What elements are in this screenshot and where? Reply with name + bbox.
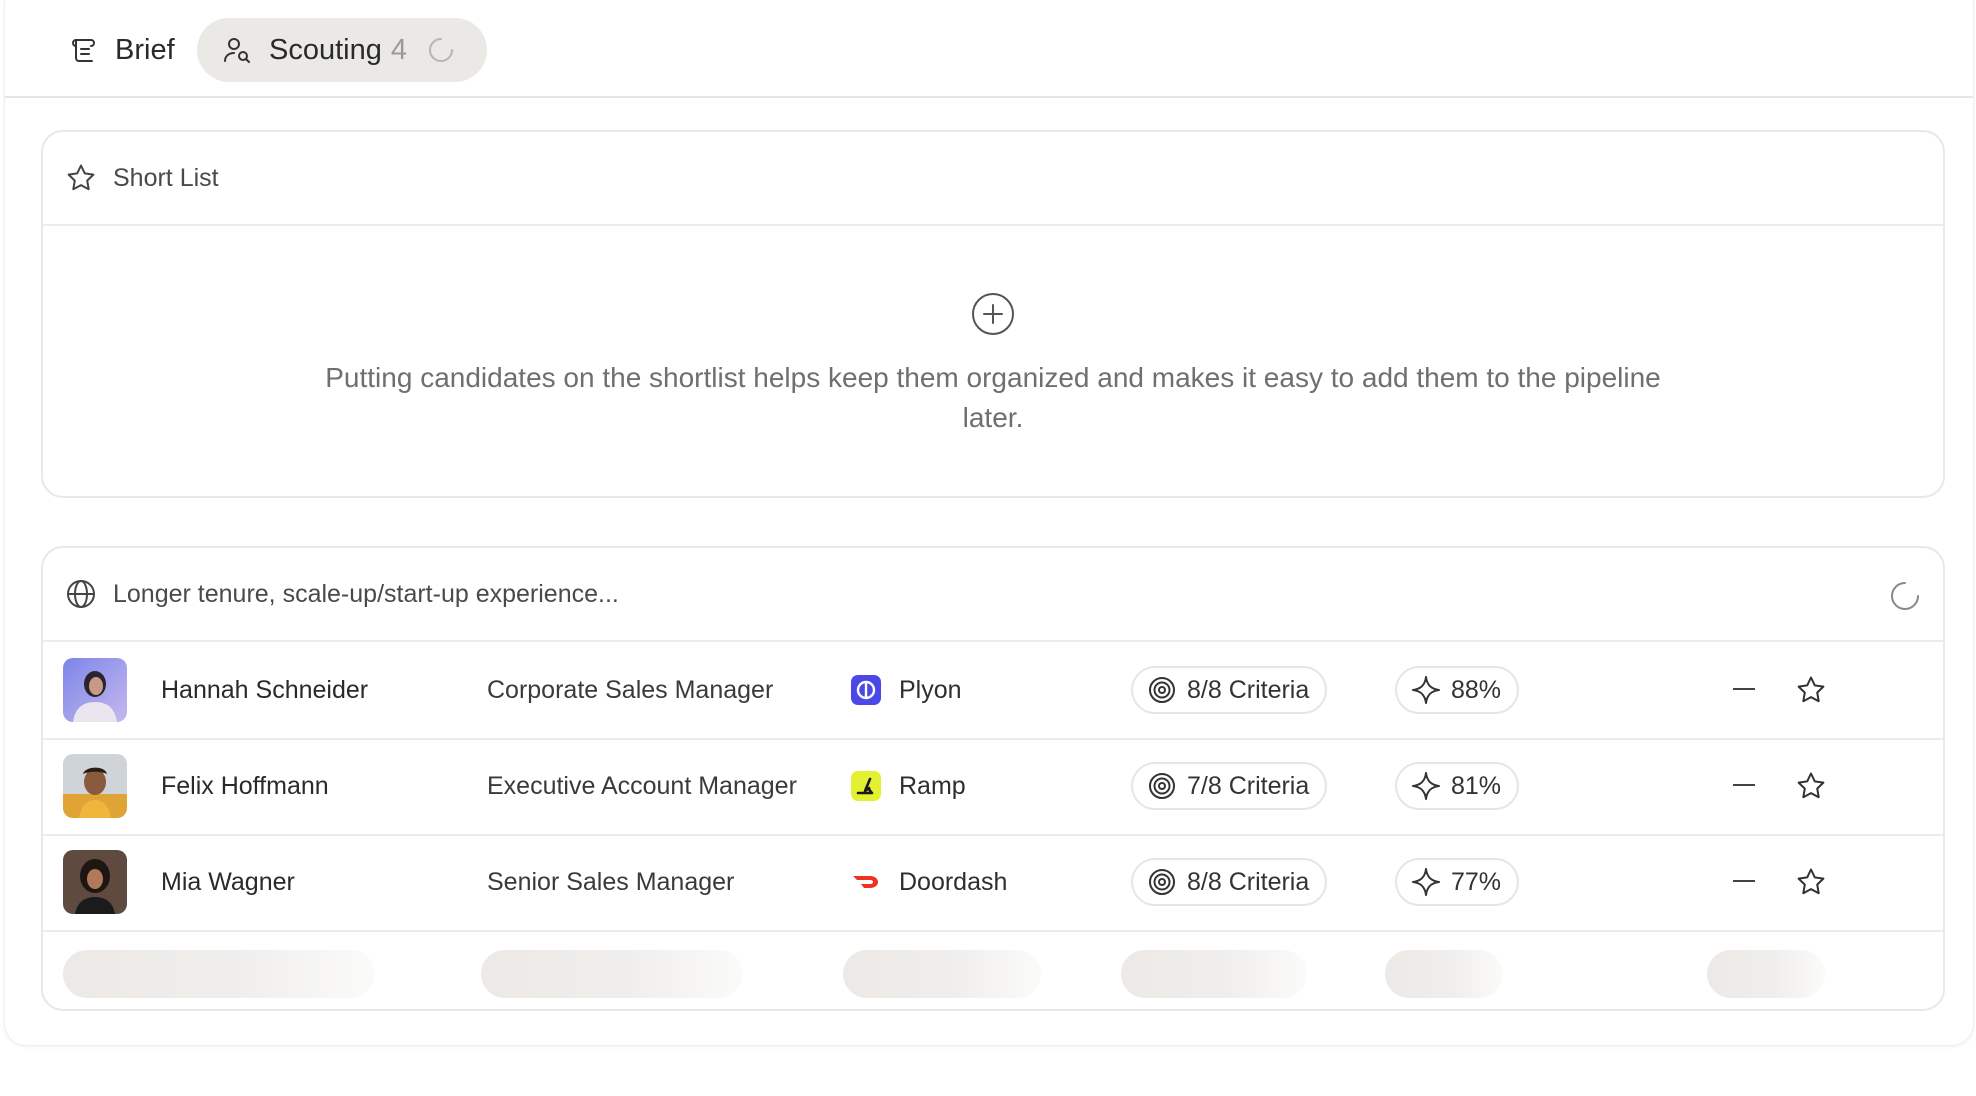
criteria-text: 7/8 Criteria [1187,771,1310,800]
shortlist-header: Short List [43,132,1943,226]
user-search-icon [221,34,253,66]
company-name: Doordash [899,867,1008,896]
tab-scouting-label: Scouting [269,33,382,66]
skeleton-placeholder [1121,950,1307,998]
shortlist-empty-message: Putting candidates on the shortlist help… [325,362,1661,433]
plyon-logo-icon [851,675,881,705]
tab-brief[interactable]: Brief [45,18,197,82]
table-row[interactable]: Mia Wagner Senior Sales Manager Doordash… [43,834,1943,932]
target-icon [1147,675,1177,705]
skeleton-placeholder [1707,950,1825,998]
shortlist-title: Short List [113,163,219,192]
match-score: 81% [1451,771,1502,800]
search-results-card: Longer tenure, scale-up/start-up experie… [41,546,1945,1011]
dismiss-button[interactable] [1733,688,1755,690]
app-frame: Brief Scouting 4 Short List Putting cand [4,0,1974,1046]
tab-bar: Brief Scouting 4 [5,0,1973,98]
tab-scouting[interactable]: Scouting 4 [197,18,487,82]
table-row[interactable]: Felix Hoffmann Executive Account Manager… [43,738,1943,836]
candidate-company: Ramp [851,738,966,834]
skeleton-placeholder [63,950,375,998]
match-score: 77% [1451,867,1502,896]
shortlist-star-icon[interactable] [1795,674,1827,706]
match-score-badge[interactable]: 77% [1395,858,1520,906]
skeleton-placeholder [1385,950,1503,998]
avatar [63,754,127,818]
ramp-logo-icon [851,771,881,801]
criteria-badge[interactable]: 8/8 Criteria [1131,858,1328,906]
shortlist-star-icon[interactable] [1795,770,1827,802]
candidate-name[interactable]: Hannah Schneider [161,642,368,738]
target-icon [1147,771,1177,801]
shortlist-star-icon[interactable] [1795,866,1827,898]
skeleton-row [43,930,1943,1009]
add-circle-icon[interactable] [971,292,1015,336]
candidate-company: Plyon [851,642,962,738]
dismiss-button[interactable] [1733,880,1755,882]
globe-icon [65,578,97,610]
sparkle-icon [1411,771,1441,801]
shortlist-empty-state: Putting candidates on the shortlist help… [43,226,1943,438]
criteria-badge[interactable]: 8/8 Criteria [1131,666,1328,714]
target-icon [1147,867,1177,897]
search-query: Longer tenure, scale-up/start-up experie… [113,579,619,608]
tab-scouting-count: 4 [390,33,407,66]
tab-brief-label: Brief [115,33,175,66]
table-row[interactable]: Hannah Schneider Corporate Sales Manager… [43,642,1943,740]
avatar [63,658,127,722]
match-score-badge[interactable]: 81% [1395,762,1520,810]
brief-icon [67,34,99,66]
candidate-role: Corporate Sales Manager [487,675,774,704]
match-score-badge[interactable]: 88% [1395,666,1520,714]
company-name: Ramp [899,771,966,800]
candidate-company: Doordash [851,834,1007,930]
candidate-name[interactable]: Mia Wagner [161,834,295,930]
candidate-name[interactable]: Felix Hoffmann [161,738,329,834]
sparkle-icon [1411,675,1441,705]
company-name: Plyon [899,675,962,704]
candidate-role: Senior Sales Manager [487,867,735,896]
star-icon [65,162,97,194]
loading-spinner-icon [427,36,455,64]
search-header: Longer tenure, scale-up/start-up experie… [43,548,1943,642]
skeleton-placeholder [843,950,1041,998]
shortlist-card: Short List Putting candidates on the sho… [41,130,1945,498]
dismiss-button[interactable] [1733,784,1755,786]
match-score: 88% [1451,675,1502,704]
candidate-role: Executive Account Manager [487,771,797,800]
criteria-text: 8/8 Criteria [1187,675,1310,704]
criteria-badge[interactable]: 7/8 Criteria [1131,762,1328,810]
loading-spinner-icon [1891,582,1919,610]
skeleton-placeholder [481,950,743,998]
avatar [63,850,127,914]
sparkle-icon [1411,867,1441,897]
criteria-text: 8/8 Criteria [1187,867,1310,896]
doordash-logo-icon [851,867,881,897]
